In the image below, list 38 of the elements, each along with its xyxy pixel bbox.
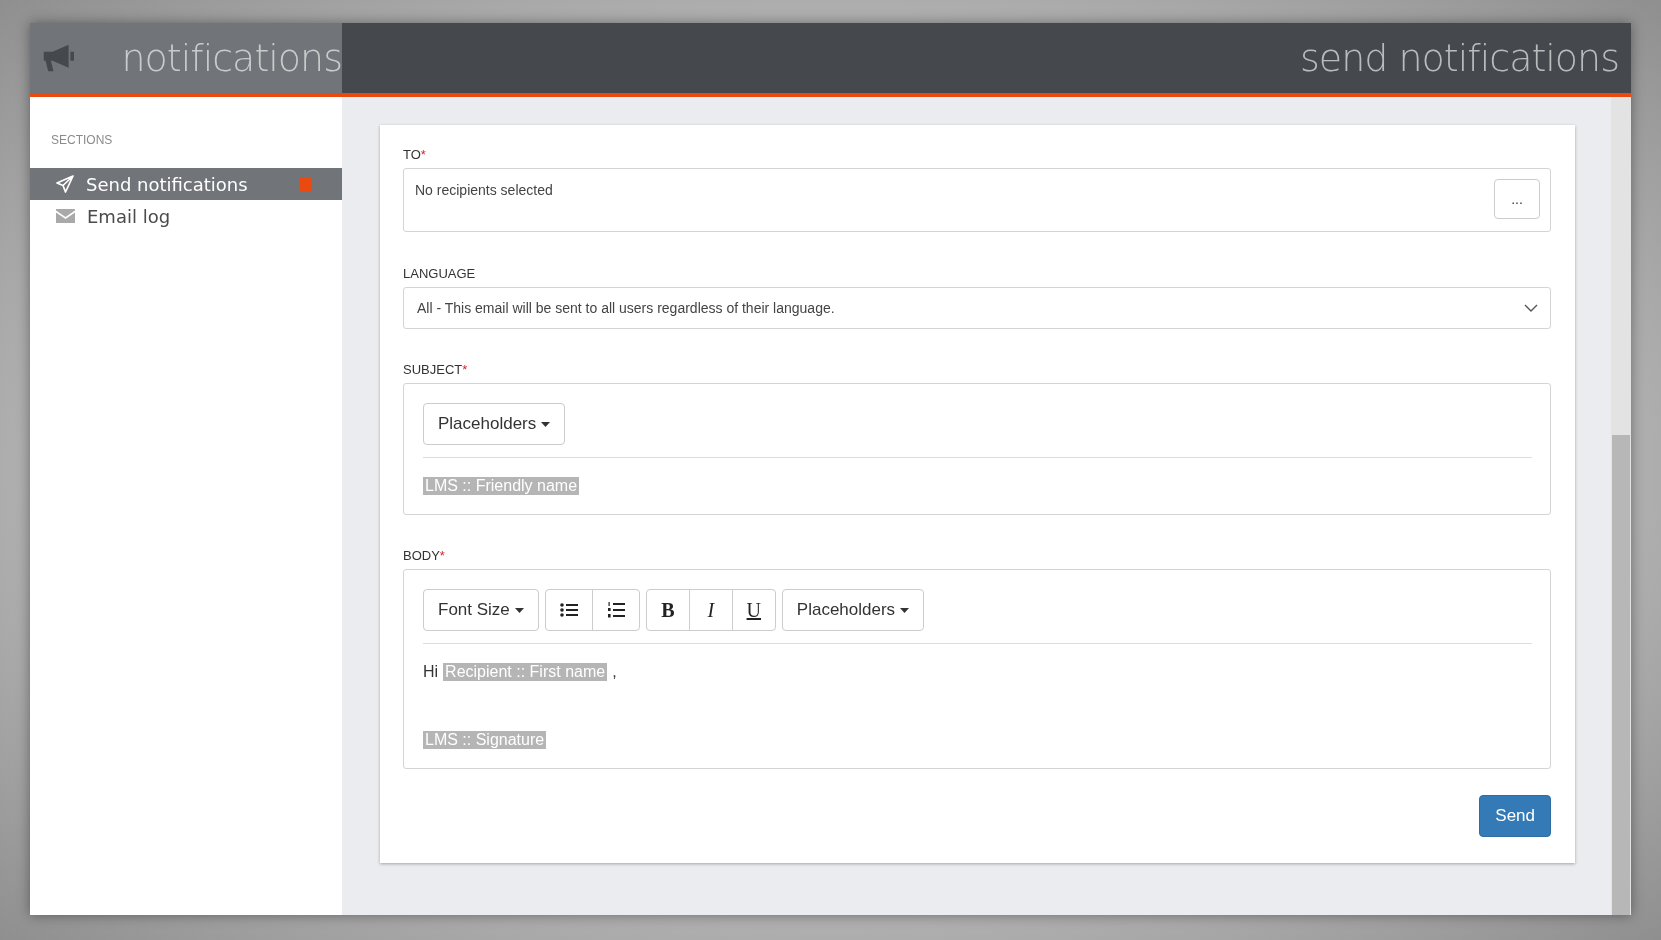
language-select[interactable]: All - This email will be sent to all users regardless of their language. [403,287,1551,329]
sidebar-heading: SECTIONS [51,133,114,147]
underline-button[interactable]: U [731,589,776,631]
sidebar-item[interactable]: Email log [30,200,342,232]
body-text: , [612,663,617,681]
subject-editor[interactable]: Placeholders LMS :: Friendly name [403,383,1551,515]
numbered-list-icon [606,602,625,618]
numbered-list-button[interactable] [591,589,640,631]
sidebar-item[interactable]: Send notifications [30,168,342,200]
chevron-down-icon [1524,304,1538,312]
caret-icon [541,421,551,427]
placeholder-tag: LMS :: Friendly name [423,477,580,495]
caret-icon [514,607,524,613]
bold-button[interactable]: B [645,589,690,631]
dropdown-button[interactable]: Font Size [423,589,539,631]
scrollbar[interactable] [1611,97,1631,915]
page-title: send notifications [1300,36,1619,80]
app-title: notifications [121,36,342,80]
field-label: TO* [403,147,427,162]
recipients-field[interactable]: No recipients selected ... [403,168,1551,232]
caret-icon [900,607,910,613]
dropdown-button[interactable]: Placeholders [781,589,925,631]
browse-button[interactable]: ... [1494,179,1540,219]
bullet-list-button[interactable] [544,589,593,631]
field-label: LANGUAGE [403,266,477,281]
active-indicator [299,177,312,191]
field-label: SUBJECT* [403,362,469,377]
field-label: BODY* [403,548,446,563]
envelope-icon [56,209,75,223]
send-button[interactable]: Send [1479,795,1551,837]
body-text: Hi [423,663,439,681]
italic-button[interactable]: I [688,589,733,631]
placeholder-tag: LMS :: Signature [423,731,547,749]
bullet-list-icon [559,603,578,617]
body-editor[interactable]: Font Size B I U Placeholders Hi Recipient :: First name , LMS :: Signature [403,569,1551,769]
dropdown-button[interactable]: Placeholders [423,403,566,445]
placeholder-tag: Recipient :: First name [443,663,608,681]
paper-plane-icon [56,175,74,193]
